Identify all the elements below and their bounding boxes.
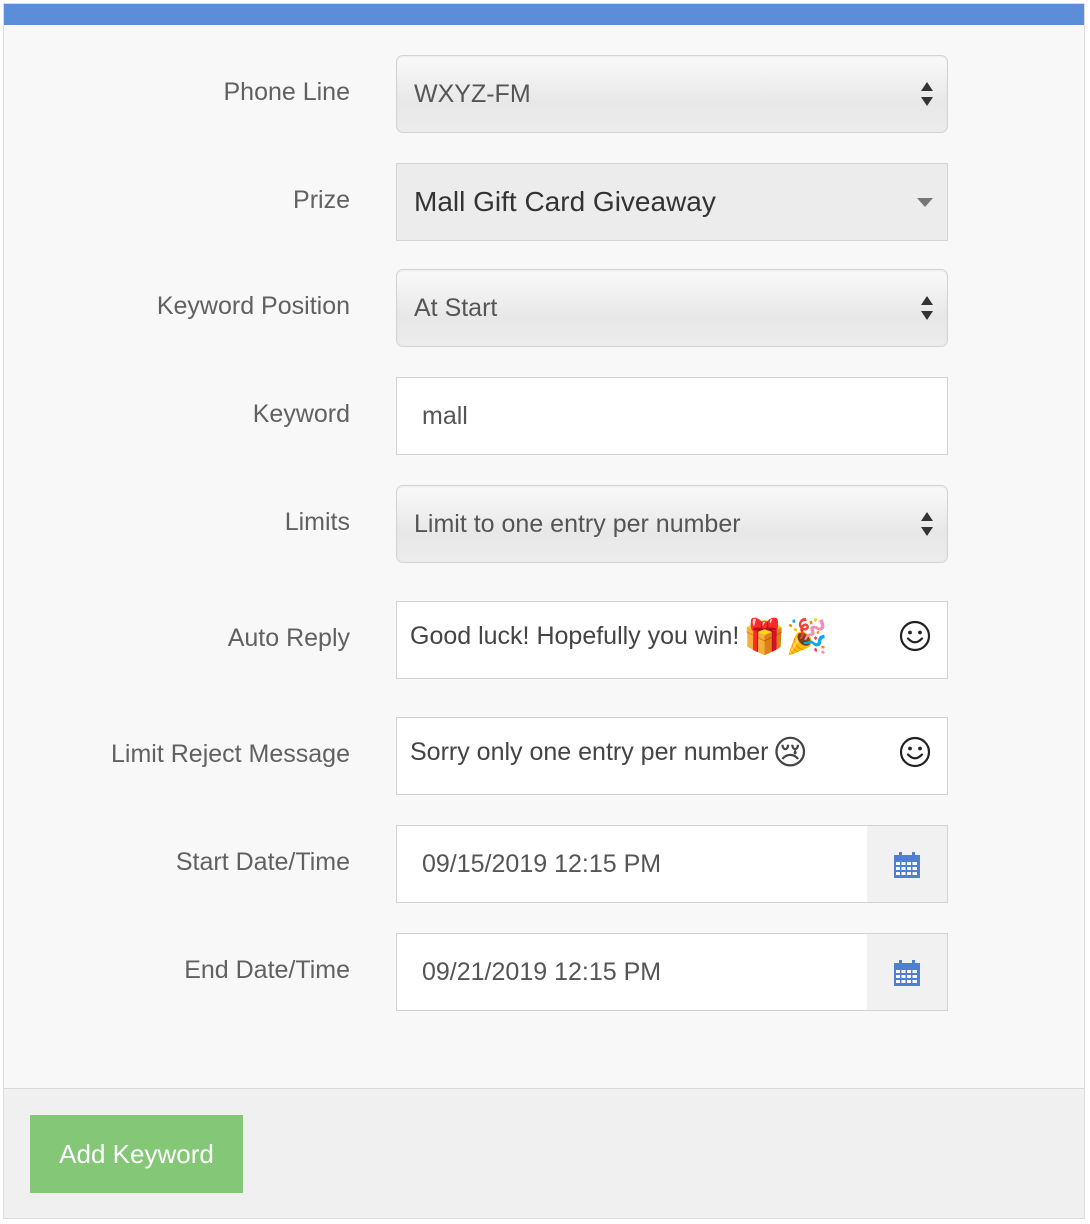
start-date-picker-button[interactable] bbox=[867, 825, 948, 903]
end-date-picker-button[interactable] bbox=[867, 933, 948, 1011]
start-date-input[interactable]: 09/15/2019 12:15 PM bbox=[396, 825, 868, 903]
end-date-input[interactable]: 09/21/2019 12:15 PM bbox=[396, 933, 868, 1011]
select-arrows-icon bbox=[921, 512, 933, 536]
select-arrows-icon bbox=[921, 82, 933, 106]
limit-reject-row: Limit Reject Message Sorry only one entr… bbox=[4, 717, 1084, 795]
keyword-position-select[interactable]: At Start bbox=[396, 269, 948, 347]
chevron-down-icon bbox=[917, 198, 933, 207]
keyword-position-value: At Start bbox=[414, 294, 498, 322]
limit-reject-label: Limit Reject Message bbox=[111, 740, 350, 768]
start-date-row: Start Date/Time 09/15/2019 12:15 PM bbox=[4, 825, 1084, 903]
end-date-row: End Date/Time 09/21/2019 12:15 PM bbox=[4, 933, 1084, 1011]
keyword-form-panel: Phone Line WXYZ-FM Prize Mall Gift Card … bbox=[3, 3, 1085, 1219]
form-footer: Add Keyword bbox=[4, 1088, 1084, 1218]
limit-reject-content: Sorry only one entry per number 😢 bbox=[410, 718, 808, 794]
auto-reply-row: Auto Reply Good luck! Hopefully you win!… bbox=[4, 601, 1084, 679]
limit-reject-input[interactable]: Sorry only one entry per number 😢 bbox=[396, 717, 948, 795]
limit-reject-text: Sorry only one entry per number bbox=[410, 738, 769, 766]
panel-accent-bar bbox=[4, 4, 1084, 25]
add-keyword-button[interactable]: Add Keyword bbox=[30, 1115, 243, 1193]
auto-reply-label: Auto Reply bbox=[227, 624, 350, 652]
end-date-value: 09/21/2019 12:15 PM bbox=[422, 958, 662, 986]
end-date-label: End Date/Time bbox=[184, 956, 350, 984]
auto-reply-text: Good luck! Hopefully you win! bbox=[410, 622, 740, 650]
keyword-label: Keyword bbox=[252, 400, 350, 428]
auto-reply-content: Good luck! Hopefully you win! 🎁🎉 bbox=[410, 602, 828, 678]
crying-face-emoji: 😢 bbox=[772, 734, 808, 773]
smiley-icon[interactable] bbox=[899, 620, 931, 652]
phone-line-select[interactable]: WXYZ-FM bbox=[396, 55, 948, 133]
phone-line-value: WXYZ-FM bbox=[414, 80, 531, 108]
keyword-position-row: Keyword Position At Start bbox=[4, 269, 1084, 347]
keyword-input[interactable]: mall bbox=[396, 377, 948, 455]
keyword-position-label: Keyword Position bbox=[156, 292, 350, 320]
calendar-icon bbox=[894, 960, 920, 986]
prize-value: Mall Gift Card Giveaway bbox=[414, 186, 716, 217]
prize-row: Prize Mall Gift Card Giveaway bbox=[4, 163, 1084, 241]
phone-line-label: Phone Line bbox=[223, 78, 350, 106]
select-arrows-icon bbox=[921, 296, 933, 320]
keyword-value: mall bbox=[422, 402, 468, 430]
prize-label: Prize bbox=[293, 186, 350, 214]
gift-party-emoji: 🎁🎉 bbox=[743, 618, 829, 657]
limits-select[interactable]: Limit to one entry per number bbox=[396, 485, 948, 563]
start-date-value: 09/15/2019 12:15 PM bbox=[422, 850, 662, 878]
calendar-icon bbox=[894, 852, 920, 878]
auto-reply-input[interactable]: Good luck! Hopefully you win! 🎁🎉 bbox=[396, 601, 948, 679]
smiley-icon[interactable] bbox=[899, 736, 931, 768]
phone-line-row: Phone Line WXYZ-FM bbox=[4, 55, 1084, 133]
limits-label: Limits bbox=[284, 508, 350, 536]
limits-value: Limit to one entry per number bbox=[414, 510, 741, 538]
prize-select[interactable]: Mall Gift Card Giveaway bbox=[396, 163, 948, 241]
start-date-label: Start Date/Time bbox=[175, 848, 350, 876]
limits-row: Limits Limit to one entry per number bbox=[4, 485, 1084, 563]
keyword-row: Keyword mall bbox=[4, 377, 1084, 455]
